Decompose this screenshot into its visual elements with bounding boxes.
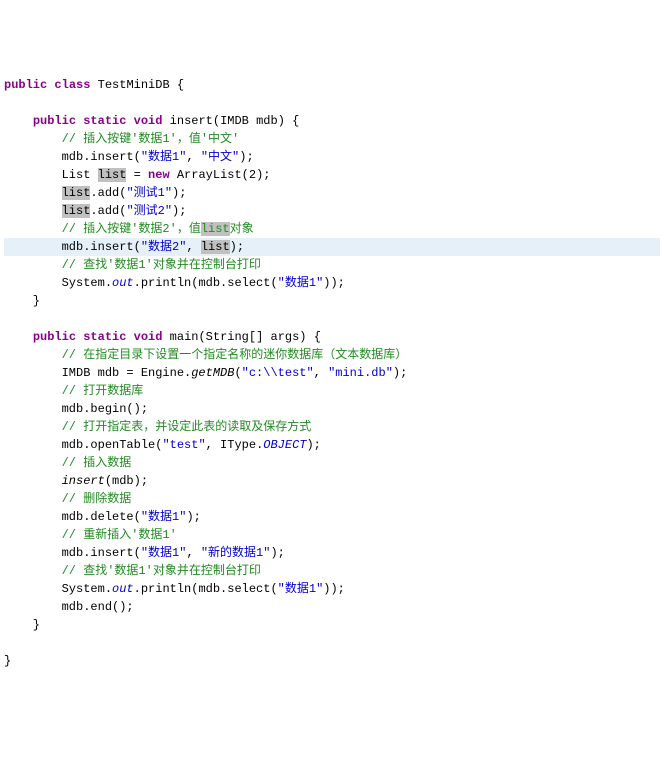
string: "数据1" <box>278 276 324 290</box>
line: mdb.end(); <box>62 600 134 614</box>
current-line: mdb.insert("数据2", list); <box>4 238 660 256</box>
comment: // 重新插入'数据1' <box>62 528 177 542</box>
line: System.out.println(mdb.select("数据1")); <box>62 276 345 290</box>
string: "中文" <box>201 150 239 164</box>
string: "数据1" <box>278 582 324 596</box>
line: public static void insert(IMDB mdb) { <box>33 114 299 128</box>
code: ArrayList(2); <box>170 168 271 182</box>
comment: // 查找'数据1'对象并在控制台打印 <box>62 564 261 578</box>
code: )); <box>323 582 345 596</box>
code: , IType. <box>206 438 264 452</box>
method-call: insert <box>62 474 105 488</box>
line: mdb.openTable("test", IType.OBJECT); <box>62 438 321 452</box>
static-field: out <box>112 276 134 290</box>
class-name: TestMiniDB <box>98 78 170 92</box>
keyword-public: public <box>33 114 76 128</box>
code: .println(mdb.select( <box>134 276 278 290</box>
keyword-void: void <box>134 114 163 128</box>
comment-text: // 插入按键'数据2'，值 <box>62 222 201 236</box>
code: ( <box>234 366 241 380</box>
code: ); <box>172 204 186 218</box>
code: (mdb); <box>105 474 148 488</box>
var-highlight: list <box>201 222 230 236</box>
keyword-static: static <box>83 330 126 344</box>
code: mdb.openTable( <box>62 438 163 452</box>
string: "测试2" <box>126 204 172 218</box>
line: mdb.insert("数据1", "新的数据1"); <box>62 546 285 560</box>
code: ); <box>239 150 253 164</box>
static-method: getMDB <box>191 366 234 380</box>
code: = <box>126 168 148 182</box>
string: "数据1" <box>141 150 187 164</box>
string: "c:\\test" <box>242 366 314 380</box>
comment: // 打开数据库 <box>62 384 144 398</box>
keyword-new: new <box>148 168 170 182</box>
line: public class TestMiniDB { <box>4 78 184 92</box>
static-const: OBJECT <box>263 438 306 452</box>
comment: // 在指定目录下设置一个指定名称的迷你数据库（文本数据库） <box>62 348 408 362</box>
line: List list = new ArrayList(2); <box>62 168 271 182</box>
keyword-void: void <box>134 330 163 344</box>
string: "数据2" <box>141 240 187 254</box>
var-highlight: list <box>62 204 91 218</box>
line: mdb.insert("数据1", "中文"); <box>62 150 254 164</box>
code: System. <box>62 276 112 290</box>
comment: // 打开指定表，并设定此表的读取及保存方式 <box>62 420 312 434</box>
comment: // 删除数据 <box>62 492 132 506</box>
code: mdb.insert( <box>62 240 141 254</box>
string: "数据1" <box>141 546 187 560</box>
line: IMDB mdb = Engine.getMDB("c:\\test", "mi… <box>62 366 408 380</box>
code: , <box>186 150 200 164</box>
code: mdb.delete( <box>62 510 141 524</box>
line: list.add("测试2"); <box>62 204 187 218</box>
code: mdb.insert( <box>62 546 141 560</box>
code: , <box>186 546 200 560</box>
comment-text: 对象 <box>230 222 254 236</box>
keyword-public: public <box>4 78 47 92</box>
method-signature: main(String[] args) { <box>170 330 321 344</box>
string: "test" <box>162 438 205 452</box>
code: ); <box>393 366 407 380</box>
line: insert(mdb); <box>62 474 148 488</box>
code: ); <box>230 240 244 254</box>
static-field: out <box>112 582 134 596</box>
code: IMDB mdb = Engine. <box>62 366 192 380</box>
code: )); <box>323 276 345 290</box>
code: ); <box>172 186 186 200</box>
code: .println(mdb.select( <box>134 582 278 596</box>
string: "mini.db" <box>328 366 393 380</box>
var-highlight: list <box>62 186 91 200</box>
method-signature: insert(IMDB mdb) { <box>170 114 300 128</box>
line: System.out.println(mdb.select("数据1")); <box>62 582 345 596</box>
var-highlight: list <box>98 168 127 182</box>
var-highlight: list <box>201 240 230 254</box>
code: , <box>314 366 328 380</box>
code: .add( <box>90 204 126 218</box>
code: System. <box>62 582 112 596</box>
type: List <box>62 168 98 182</box>
line: public static void main(String[] args) { <box>33 330 321 344</box>
comment: // 插入数据 <box>62 456 132 470</box>
line: list.add("测试1"); <box>62 186 187 200</box>
string: "新的数据1" <box>201 546 271 560</box>
keyword-static: static <box>83 114 126 128</box>
code: ); <box>186 510 200 524</box>
string: "数据1" <box>141 510 187 524</box>
comment: // 查找'数据1'对象并在控制台打印 <box>62 258 261 272</box>
line: mdb.delete("数据1"); <box>62 510 201 524</box>
keyword-class: class <box>54 78 90 92</box>
code: , <box>186 240 200 254</box>
string: "测试1" <box>126 186 172 200</box>
comment: // 插入按键'数据1'，值'中文' <box>62 132 240 146</box>
code: ); <box>306 438 320 452</box>
keyword-public: public <box>33 330 76 344</box>
line: mdb.begin(); <box>62 402 148 416</box>
code-view: public class TestMiniDB { public static … <box>4 76 660 670</box>
comment: // 插入按键'数据2'，值list对象 <box>62 222 254 236</box>
code: mdb.insert( <box>62 150 141 164</box>
code: ); <box>270 546 284 560</box>
code: .add( <box>90 186 126 200</box>
